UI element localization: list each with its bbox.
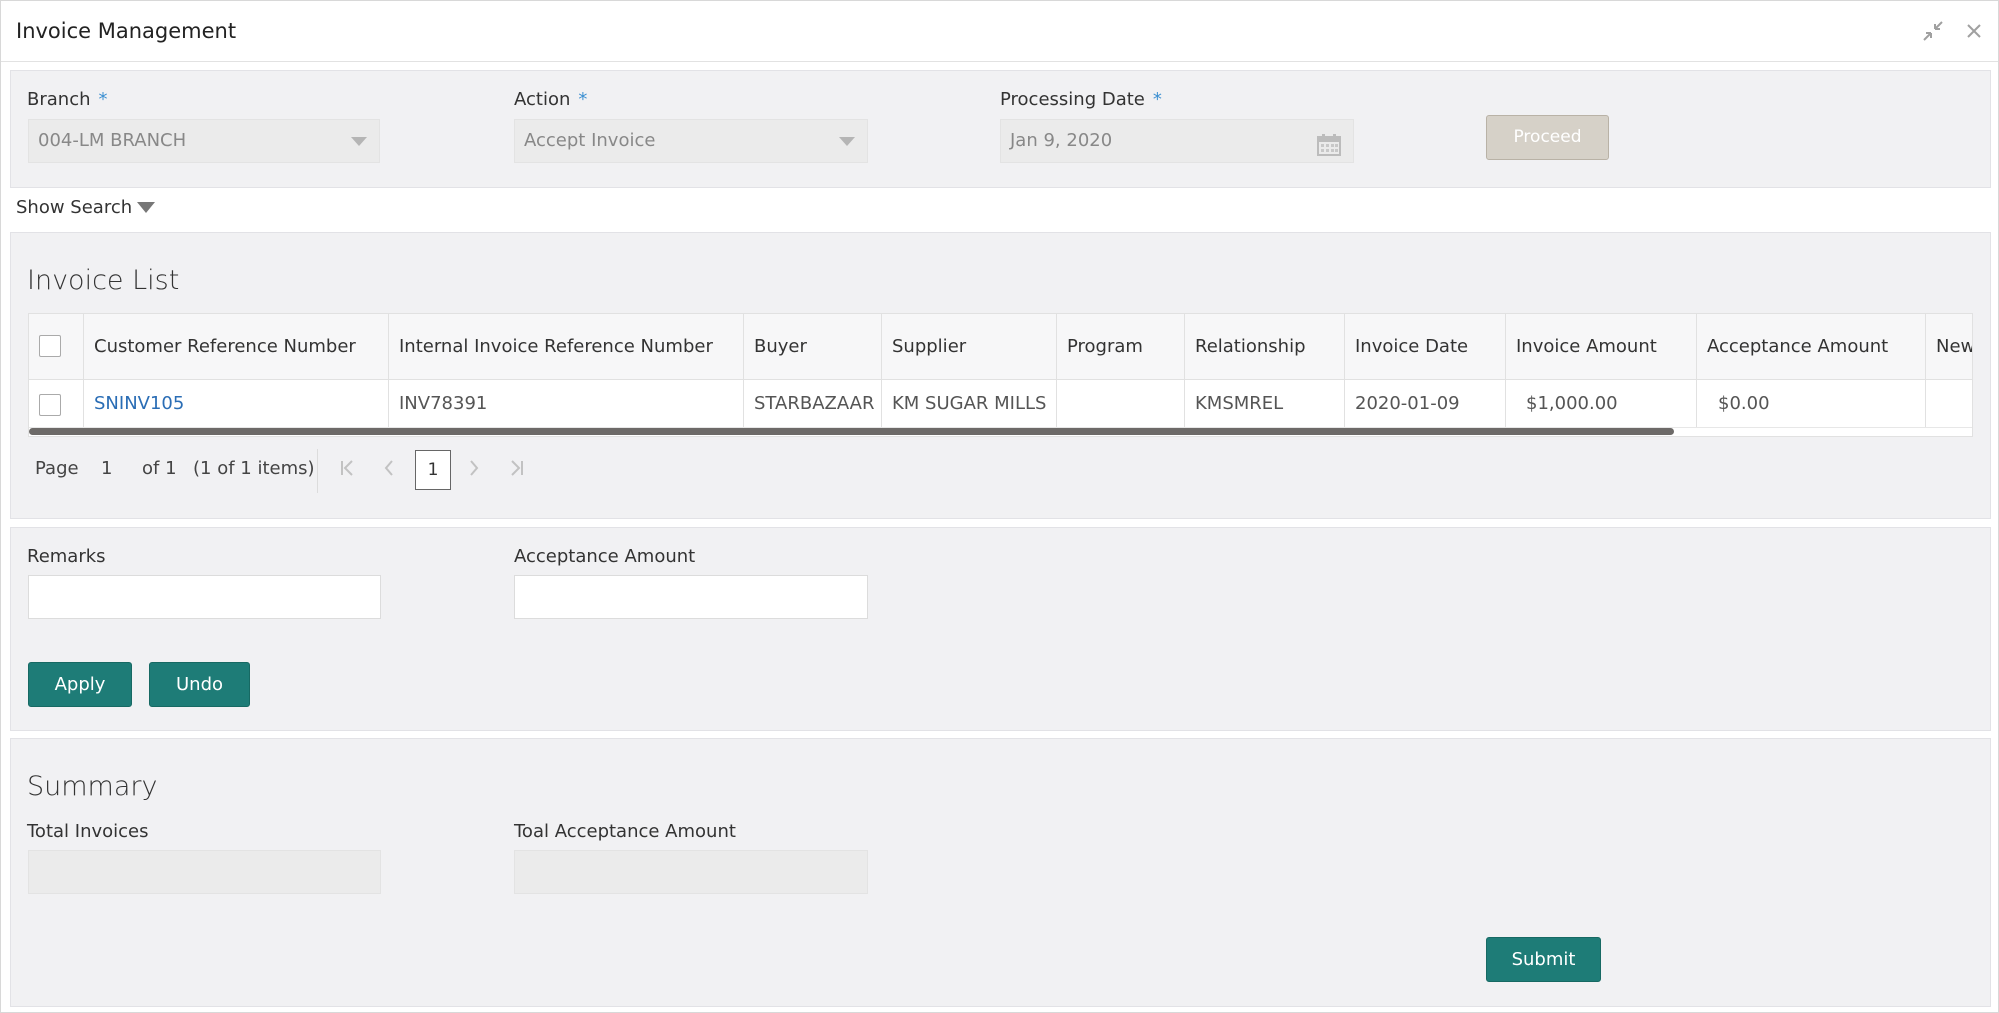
horizontal-scrollbar[interactable] [29, 428, 1674, 435]
select-all-checkbox[interactable] [39, 335, 61, 357]
internal-ref-cell: INV78391 [389, 380, 744, 427]
invoice-list-title: Invoice List [27, 265, 180, 296]
table-row[interactable]: SNINV105 INV78391 STARBAZAAR KM SUGAR MI… [29, 380, 1972, 428]
column-header[interactable]: Customer Reference Number [84, 314, 389, 379]
chevron-down-icon [351, 137, 367, 146]
summary-title: Summary [27, 771, 158, 802]
row-checkbox[interactable] [39, 394, 61, 416]
column-header[interactable]: New [1926, 314, 1972, 379]
previous-page-icon[interactable] [383, 458, 395, 483]
apply-button[interactable]: Apply [28, 662, 132, 707]
window-title: Invoice Management [16, 19, 237, 43]
calendar-icon[interactable] [1317, 130, 1341, 172]
header-select-all [29, 314, 84, 379]
submit-button[interactable]: Submit [1486, 937, 1601, 982]
buyer-cell: STARBAZAAR [744, 380, 882, 427]
grid-header: Customer Reference Number Internal Invoi… [29, 314, 1972, 380]
invoice-management-window: Invoice Management Branch * 004-LM BRANCH… [0, 0, 1999, 1013]
column-header[interactable]: Invoice Date [1345, 314, 1506, 379]
branch-select[interactable]: 004-LM BRANCH [28, 119, 380, 163]
column-header[interactable]: Invoice Amount [1506, 314, 1697, 379]
proceed-button[interactable]: Proceed [1486, 115, 1609, 160]
acceptance-amount-cell: $0.00 [1697, 380, 1926, 427]
column-header[interactable]: Acceptance Amount [1697, 314, 1926, 379]
close-icon[interactable] [1962, 19, 1986, 43]
relationship-cell: KMSMREL [1185, 380, 1345, 427]
column-header[interactable]: Supplier [882, 314, 1057, 379]
invoice-amount-cell: $1,000.00 [1506, 380, 1697, 427]
last-page-icon[interactable] [509, 458, 525, 483]
current-page-button[interactable]: 1 [415, 450, 451, 490]
new-cell [1926, 380, 1972, 427]
column-header[interactable]: Internal Invoice Reference Number [389, 314, 744, 379]
remarks-input[interactable] [28, 575, 381, 619]
acceptance-amount-input[interactable] [514, 575, 868, 619]
customer-ref-link[interactable]: SNINV105 [84, 380, 389, 427]
compress-icon[interactable] [1921, 19, 1945, 43]
first-page-icon[interactable] [339, 458, 355, 483]
row-select [29, 380, 84, 427]
page-value[interactable]: 1 [101, 458, 112, 479]
total-acceptance-amount-field [514, 850, 868, 894]
items-count: (1 of 1 items) [193, 458, 315, 479]
show-search-label: Show Search [16, 197, 133, 218]
total-invoices-label: Total Invoices [27, 821, 149, 842]
edit-panel [10, 527, 1991, 731]
program-cell [1057, 380, 1185, 427]
remarks-label: Remarks [27, 546, 106, 567]
column-header[interactable]: Relationship [1185, 314, 1345, 379]
total-acceptance-amount-label: Toal Acceptance Amount [514, 821, 736, 842]
processing-date-label: Processing Date * [1000, 89, 1162, 110]
total-invoices-field [28, 850, 381, 894]
acceptance-amount-label: Acceptance Amount [514, 546, 696, 567]
undo-button[interactable]: Undo [149, 662, 250, 707]
pager-divider [317, 449, 318, 493]
next-page-icon[interactable] [468, 458, 480, 483]
caret-down-icon [137, 201, 156, 213]
pager: Page 1 of 1 (1 of 1 items) 1 [28, 449, 728, 493]
invoice-grid: Customer Reference Number Internal Invoi… [28, 313, 1973, 437]
processing-date-input[interactable]: Jan 9, 2020 [1000, 119, 1354, 163]
page-label: Page [35, 458, 79, 479]
action-label: Action * [514, 89, 588, 110]
show-search-toggle[interactable]: Show Search [16, 197, 156, 218]
title-bar: Invoice Management [1, 1, 1998, 62]
column-header[interactable]: Buyer [744, 314, 882, 379]
page-of-label: of 1 [142, 458, 177, 479]
invoice-date-cell: 2020-01-09 [1345, 380, 1506, 427]
supplier-cell: KM SUGAR MILLS [882, 380, 1057, 427]
action-select[interactable]: Accept Invoice [514, 119, 868, 163]
chevron-down-icon [839, 137, 855, 146]
column-header[interactable]: Program [1057, 314, 1185, 379]
branch-label: Branch * [27, 89, 108, 110]
